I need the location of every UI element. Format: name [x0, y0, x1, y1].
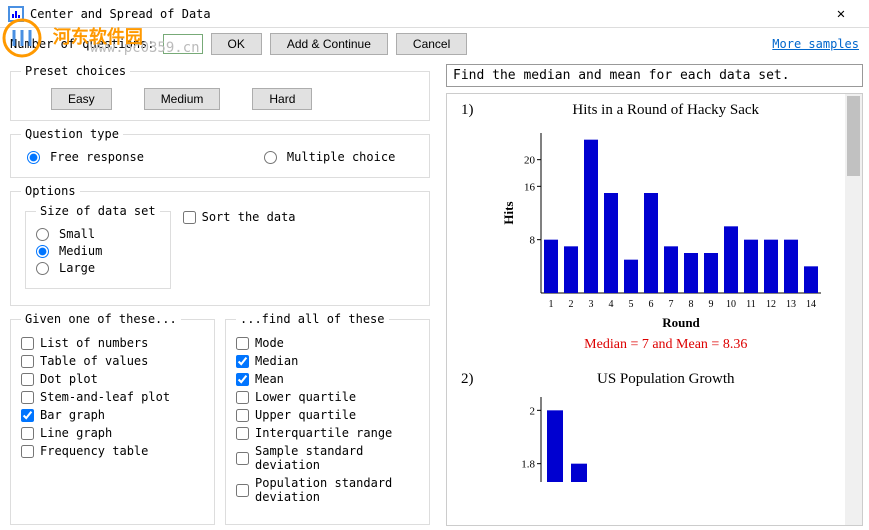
- svg-text:1: 1: [548, 299, 553, 310]
- ok-button[interactable]: OK: [211, 33, 262, 55]
- given-legend: Given one of these...: [21, 312, 181, 326]
- close-button[interactable]: ✕: [821, 6, 861, 22]
- easy-button[interactable]: Easy: [51, 88, 112, 110]
- preview-pane: 1) Hits in a Round of Hacky Sack 8162012…: [446, 93, 863, 526]
- find-checkbox-2[interactable]: [236, 373, 249, 386]
- qtype-legend: Question type: [21, 127, 123, 141]
- svg-text:12: 12: [766, 299, 776, 310]
- svg-text:2: 2: [568, 299, 573, 310]
- svg-text:5: 5: [628, 299, 633, 310]
- options-legend: Options: [21, 184, 80, 198]
- window-title: Center and Spread of Data: [30, 7, 821, 21]
- find-group: ...find all of these ModeMedianMeanLower…: [225, 312, 430, 525]
- q1-title: Hits in a Round of Hacky Sack: [484, 102, 849, 119]
- find-checkbox-5[interactable]: [236, 427, 249, 440]
- svg-text:2: 2: [529, 405, 535, 417]
- sort-checkbox[interactable]: [183, 211, 196, 224]
- preset-choices-group: Preset choices Easy Medium Hard: [10, 64, 430, 121]
- multiple-choice-radio[interactable]: [264, 151, 277, 164]
- given-checkbox-4[interactable]: [21, 409, 34, 422]
- medium-radio[interactable]: [36, 245, 49, 258]
- svg-text:14: 14: [806, 299, 816, 310]
- svg-text:3: 3: [588, 299, 593, 310]
- svg-text:Hits: Hits: [501, 201, 516, 224]
- svg-text:8: 8: [688, 299, 693, 310]
- find-checkbox-6[interactable]: [236, 452, 249, 465]
- find-checkbox-3[interactable]: [236, 391, 249, 404]
- svg-text:11: 11: [746, 299, 756, 310]
- svg-text:Round: Round: [662, 315, 700, 330]
- svg-text:6: 6: [648, 299, 653, 310]
- svg-text:10: 10: [726, 299, 736, 310]
- size-legend: Size of data set: [36, 204, 160, 218]
- size-group: Size of data set Small Medium Large: [25, 204, 171, 289]
- svg-text:1.8: 1.8: [521, 459, 535, 471]
- q1-answer: Median = 7 and Mean = 8.36: [484, 337, 849, 353]
- options-group: Options Size of data set Small Medium La…: [10, 184, 430, 306]
- svg-text:13: 13: [786, 299, 796, 310]
- preview-scrollbar[interactable]: [845, 94, 862, 525]
- more-samples-link[interactable]: More samples: [772, 37, 859, 51]
- given-group: Given one of these... List of numbersTab…: [10, 312, 215, 525]
- small-radio[interactable]: [36, 228, 49, 241]
- given-checkbox-1[interactable]: [21, 355, 34, 368]
- cancel-button[interactable]: Cancel: [396, 33, 467, 55]
- find-checkbox-4[interactable]: [236, 409, 249, 422]
- watermark-url: www.pc0359.cn: [90, 40, 200, 56]
- q2-chart: 1.82: [501, 392, 831, 482]
- medium-button[interactable]: Medium: [144, 88, 221, 110]
- q1-number: 1): [461, 102, 474, 353]
- svg-text:7: 7: [668, 299, 673, 310]
- svg-text:8: 8: [529, 235, 535, 247]
- svg-text:4: 4: [608, 299, 613, 310]
- free-response-radio[interactable]: [27, 151, 40, 164]
- find-checkbox-7[interactable]: [236, 484, 249, 497]
- given-checkbox-0[interactable]: [21, 337, 34, 350]
- hard-button[interactable]: Hard: [252, 88, 312, 110]
- q2-number: 2): [461, 371, 474, 482]
- preset-legend: Preset choices: [21, 64, 130, 78]
- svg-text:20: 20: [524, 155, 536, 167]
- svg-text:9: 9: [708, 299, 713, 310]
- find-legend: ...find all of these: [236, 312, 389, 326]
- q2-title: US Population Growth: [484, 371, 849, 388]
- q1-chart: 816201234567891011121314RoundHits: [501, 123, 831, 333]
- given-checkbox-6[interactable]: [21, 445, 34, 458]
- given-checkbox-2[interactable]: [21, 373, 34, 386]
- find-checkbox-1[interactable]: [236, 355, 249, 368]
- large-radio[interactable]: [36, 262, 49, 275]
- given-checkbox-5[interactable]: [21, 427, 34, 440]
- add-continue-button[interactable]: Add & Continue: [270, 33, 388, 55]
- given-checkbox-3[interactable]: [21, 391, 34, 404]
- svg-text:16: 16: [524, 181, 536, 193]
- prompt-text: Find the median and mean for each data s…: [446, 64, 863, 87]
- find-checkbox-0[interactable]: [236, 337, 249, 350]
- question-type-group: Question type Free response Multiple cho…: [10, 127, 430, 178]
